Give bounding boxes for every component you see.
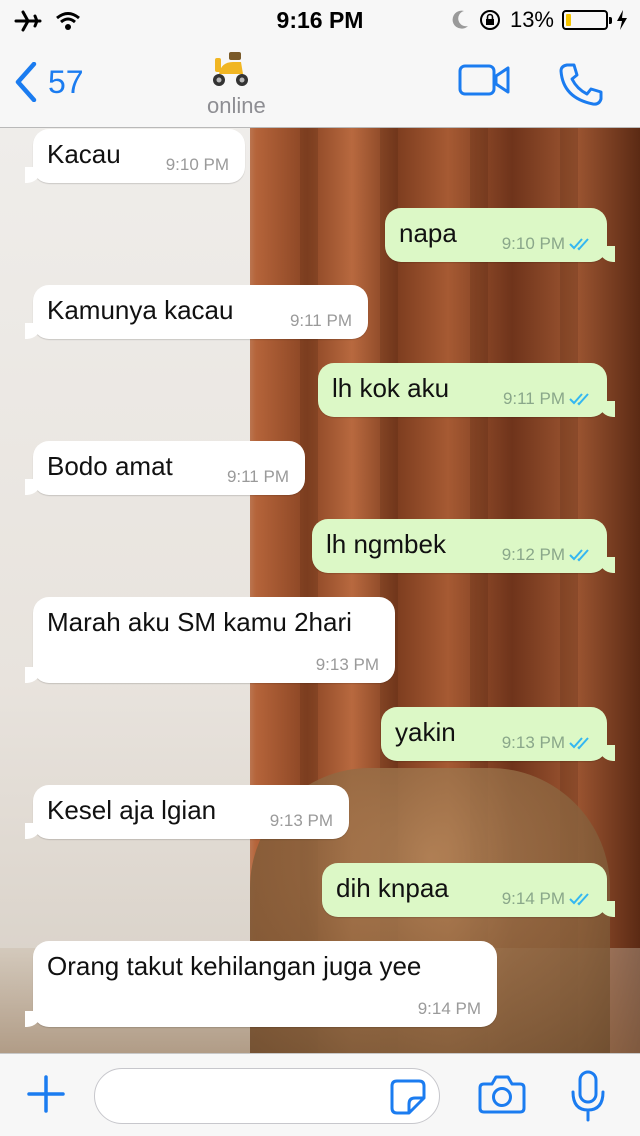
unread-count: 57 [48,63,84,100]
message-meta: 9:13 PM [316,655,379,675]
message-meta: 9:11 PM [290,311,352,331]
message-text: Orang takut kehilangan juga yee [47,951,422,981]
message-text: Bodo amat [47,451,173,481]
back-button[interactable]: 57 [14,62,84,102]
message-text: napa [399,218,457,248]
battery-level [566,14,571,26]
status-right: 13% [450,7,628,33]
message-meta: 9:12 PM [502,545,593,565]
message-bubble-incoming[interactable]: Kesel aja lgian 9:13 PM [25,785,349,839]
contact-status: online [207,93,266,118]
double-check-icon [569,393,589,406]
phone-icon [559,63,603,106]
message-text: Kesel aja lgian [47,795,217,825]
camera-button[interactable] [478,1072,526,1121]
message-time: 9:14 PM [501,889,565,908]
message-bubble-incoming[interactable]: Orang takut kehilangan juga yee 9:14 PM [25,941,497,1027]
double-check-icon [569,549,589,562]
battery-icon [562,10,612,30]
double-check-icon [569,737,589,750]
message-meta: 9:13 PM [502,733,593,753]
message-bubble-incoming[interactable]: Bodo amat 9:11 PM [25,441,305,495]
message-bubble-outgoing[interactable]: napa 9:10 PM [385,208,615,262]
message-text: dih knpaa [336,873,449,903]
message-meta: 9:13 PM [270,811,333,831]
message-text: lh kok aku [332,373,450,403]
voice-call-button[interactable] [558,62,604,113]
message-bubble-outgoing[interactable]: yakin 9:13 PM [381,707,615,761]
wallpaper-window-light [0,128,250,1053]
message-meta: 9:14 PM [418,999,481,1019]
chevron-left-icon [15,62,37,102]
charging-bolt-icon [617,10,627,30]
message-meta: 9:11 PM [503,389,593,409]
message-bubble-incoming[interactable]: Kacau 9:10 PM [25,129,245,183]
message-meta: 9:14 PM [502,889,593,909]
message-text: Marah aku SM kamu 2hari [47,607,352,637]
message-bubble-outgoing[interactable]: dih knpaa 9:14 PM [322,863,615,917]
microphone-icon [571,1070,605,1122]
message-time: 9:12 PM [501,545,565,564]
message-time: 9:11 PM [289,311,352,330]
double-check-icon [569,238,589,251]
message-meta: 9:11 PM [227,467,289,487]
message-time: 9:10 PM [501,234,565,253]
message-input[interactable] [94,1068,440,1124]
message-time: 9:13 PM [315,655,379,674]
attach-button[interactable] [26,1074,66,1119]
message-time: 9:13 PM [501,733,565,752]
message-bubble-outgoing[interactable]: lh kok aku 9:11 PM [318,363,615,417]
message-text: yakin [395,717,456,747]
message-time: 9:13 PM [269,811,333,830]
message-bubble-incoming[interactable]: Marah aku SM kamu 2hari 9:13 PM [25,597,395,683]
video-call-button[interactable] [458,62,512,105]
message-bubble-incoming[interactable]: Kamunya kacau 9:11 PM [25,285,368,339]
video-call-icon [458,64,510,96]
voice-message-button[interactable] [570,1070,606,1127]
message-input-bar [0,1053,640,1136]
message-bubble-outgoing[interactable]: lh ngmbek 9:12 PM [312,519,615,573]
message-meta: 9:10 PM [502,234,593,254]
message-text: lh ngmbek [326,529,446,559]
message-time: 9:14 PM [417,999,481,1018]
contact-info[interactable]: online [207,50,266,119]
message-meta: 9:10 PM [166,155,229,175]
message-text: Kacau [47,139,121,169]
moon-icon [452,10,468,29]
battery-percent: 13% [509,7,554,32]
sticker-icon [390,1079,426,1115]
camera-icon [478,1075,526,1114]
sticker-button[interactable] [389,1078,427,1121]
message-time: 9:11 PM [226,467,289,486]
chat-header: 57 online [0,40,640,128]
message-time: 9:10 PM [165,155,229,174]
scooter-icon [213,52,248,86]
double-check-icon [569,893,589,906]
rotation-lock-icon [479,10,500,30]
message-text: Kamunya kacau [47,295,234,325]
status-bar: 9:16 PM 13% [0,0,640,40]
plus-icon [27,1075,65,1113]
message-time: 9:11 PM [502,389,565,408]
